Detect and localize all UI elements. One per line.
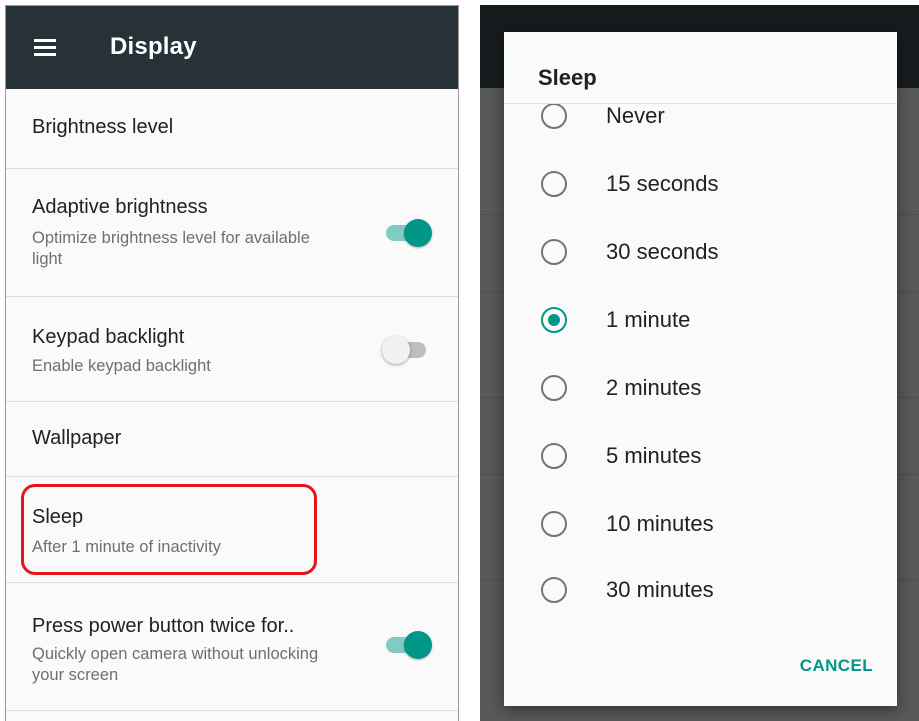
page-title: Display — [110, 33, 197, 60]
radio-button[interactable] — [541, 577, 567, 603]
toggle-thumb — [404, 631, 432, 659]
radio-button[interactable] — [541, 511, 567, 537]
radio-button[interactable] — [541, 443, 567, 469]
sleep-dialog: Sleep Never 15 seconds 30 seconds 1 minu… — [504, 32, 897, 706]
setting-keypad-backlight[interactable]: Keypad backlight Enable keypad backlight — [6, 297, 458, 402]
setting-subtitle: Quickly open camera without unlocking yo… — [32, 645, 319, 684]
sleep-options-list[interactable]: Never 15 seconds 30 seconds 1 minute 2 m… — [504, 104, 897, 644]
adaptive-brightness-toggle[interactable] — [384, 217, 432, 247]
toggle-thumb — [382, 336, 410, 364]
setting-adaptive-brightness[interactable]: Adaptive brightness Optimize brightness … — [6, 169, 458, 297]
sleep-option-15-seconds[interactable]: 15 seconds — [504, 150, 897, 218]
sleep-highlight-annotation — [21, 484, 317, 575]
power-button-camera-toggle[interactable] — [384, 629, 432, 659]
sleep-option-never[interactable]: Never — [504, 104, 897, 150]
setting-title: Adaptive brightness — [32, 196, 208, 218]
sleep-option-30-seconds[interactable]: 30 seconds — [504, 218, 897, 286]
sleep-option-10-minutes[interactable]: 10 minutes — [504, 490, 897, 558]
setting-title: Wallpaper — [32, 427, 122, 449]
option-label: 10 minutes — [606, 511, 714, 536]
option-label: 30 seconds — [606, 239, 719, 264]
setting-power-button-camera[interactable]: Press power button twice for.. Quickly o… — [6, 583, 458, 711]
radio-button[interactable] — [541, 104, 567, 129]
option-label: 5 minutes — [606, 443, 702, 468]
app-bar: Display — [6, 6, 458, 89]
setting-wallpaper[interactable]: Wallpaper — [6, 402, 458, 477]
cancel-button[interactable]: CANCEL — [796, 654, 877, 678]
setting-brightness-level[interactable]: Brightness level — [6, 89, 458, 169]
option-label: 15 seconds — [606, 171, 719, 196]
radio-button[interactable] — [541, 375, 567, 401]
sleep-option-5-minutes[interactable]: 5 minutes — [504, 422, 897, 490]
option-label: 2 minutes — [606, 375, 702, 400]
radio-button-selected[interactable] — [541, 307, 567, 333]
setting-title: Press power button twice for.. — [32, 615, 295, 637]
sleep-option-30-minutes[interactable]: 30 minutes — [504, 556, 897, 624]
sleep-option-2-minutes[interactable]: 2 minutes — [504, 354, 897, 422]
setting-title: Brightness level — [32, 116, 174, 138]
display-settings-panel: Display Brightness level Adaptive bright… — [5, 5, 459, 721]
setting-title: Keypad backlight — [32, 326, 185, 348]
setting-subtitle: Enable keypad backlight — [32, 357, 211, 375]
radio-button[interactable] — [541, 171, 567, 197]
option-label: 1 minute — [606, 307, 691, 332]
sleep-option-1-minute[interactable]: 1 minute — [504, 286, 897, 354]
radio-button[interactable] — [541, 239, 567, 265]
option-label: 30 minutes — [606, 577, 714, 602]
dialog-title: Sleep — [538, 65, 597, 90]
keypad-backlight-toggle[interactable] — [382, 334, 432, 364]
toggle-thumb — [404, 219, 432, 247]
setting-subtitle: Optimize brightness level for available … — [32, 229, 310, 268]
hamburger-menu-icon[interactable] — [34, 39, 56, 56]
option-label: Never — [606, 104, 665, 128]
